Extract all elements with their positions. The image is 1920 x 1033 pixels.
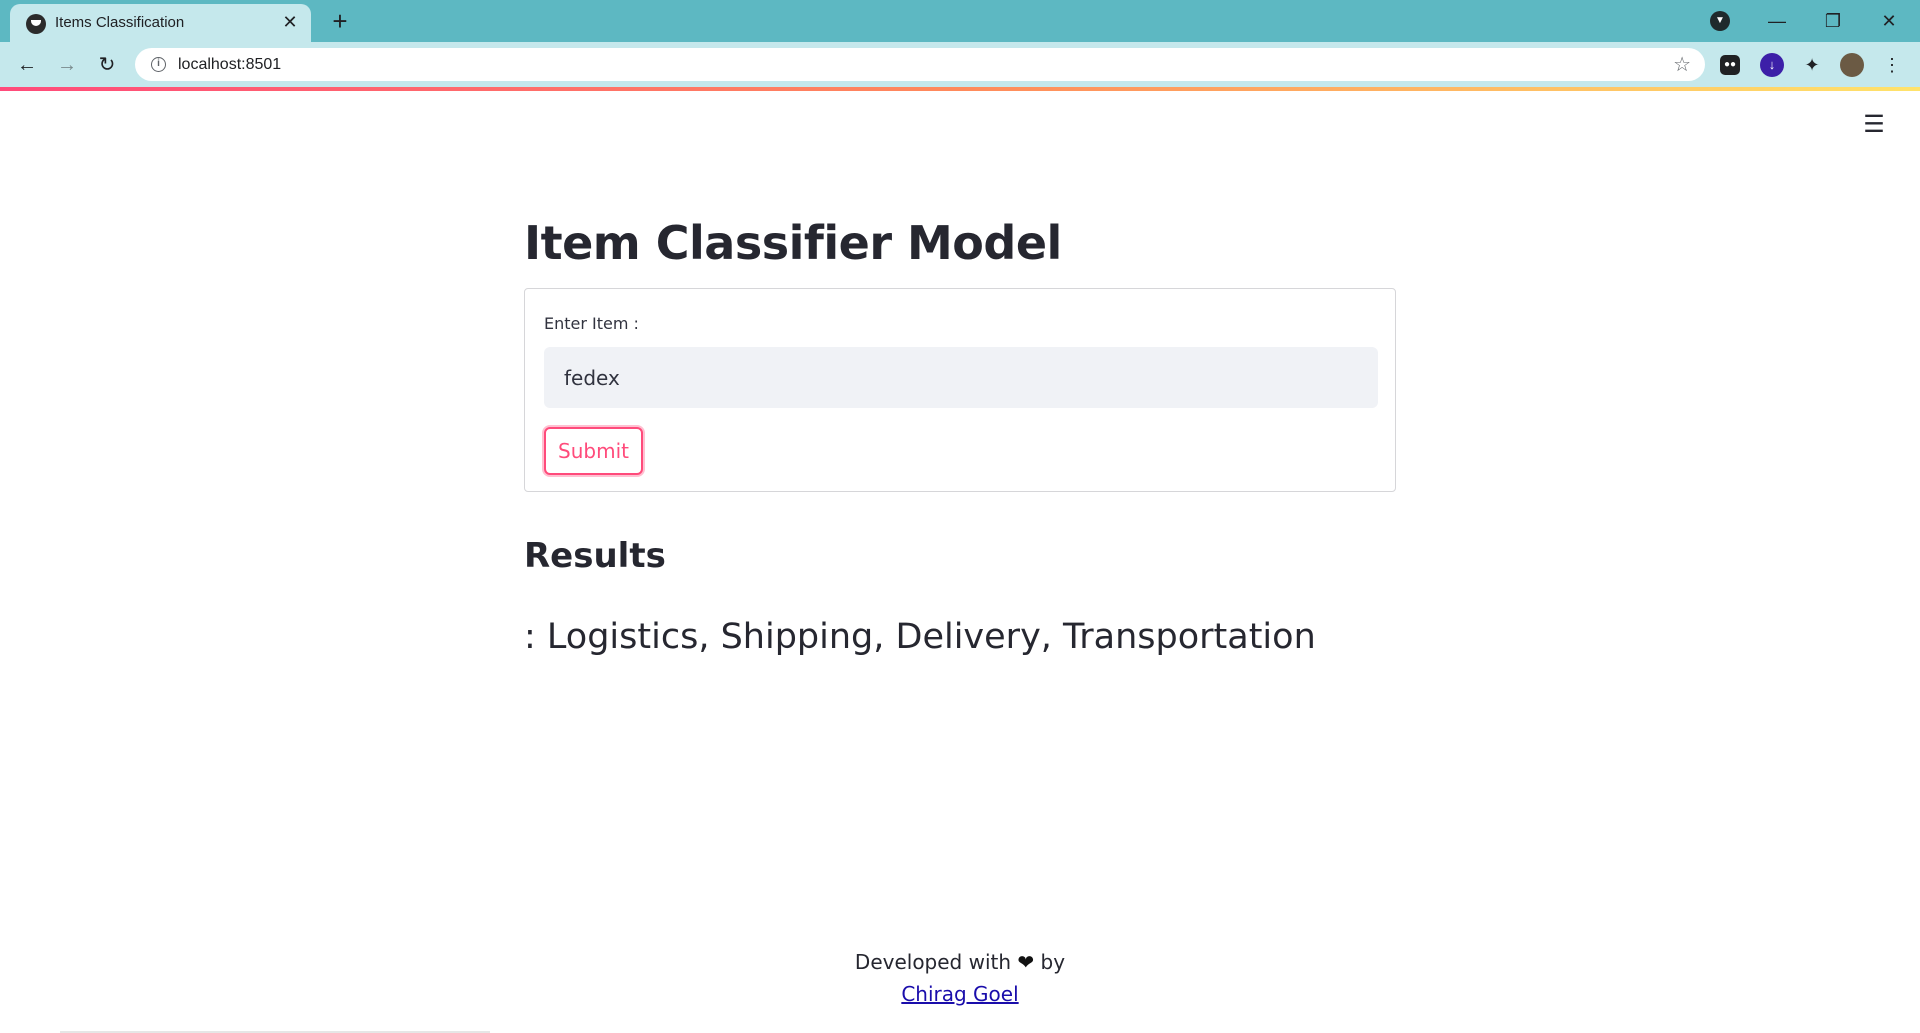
browser-tab[interactable]: Items Classification ✕	[10, 4, 311, 42]
profile-avatar[interactable]	[1840, 53, 1864, 77]
download-extension-icon[interactable]: ↓	[1760, 53, 1784, 77]
author-link[interactable]: Chirag Goel	[901, 982, 1018, 1006]
forward-icon[interactable]: →	[52, 50, 82, 80]
browser-menu-icon[interactable]: ⋮	[1880, 53, 1904, 77]
footer-suffix: by	[1040, 950, 1066, 974]
item-input-label: Enter Item :	[544, 314, 639, 333]
footer-credit: Developed with ❤ by	[0, 950, 1920, 974]
browser-tab-strip: Items Classification ✕ + ▼ — ❐ ✕	[0, 0, 1920, 42]
extension-icon[interactable]: ●●	[1720, 55, 1740, 75]
streamlit-favicon-icon	[26, 14, 46, 34]
item-form: Enter Item : Submit	[524, 288, 1396, 492]
back-icon[interactable]: ←	[12, 50, 42, 80]
reload-icon[interactable]: ↻	[92, 50, 122, 80]
address-bar[interactable]: i localhost:8501 ☆	[135, 48, 1705, 81]
streamlit-decoration-bar	[0, 87, 1920, 91]
url-text[interactable]: localhost:8501	[178, 56, 281, 74]
footer-author: Chirag Goel	[0, 982, 1920, 1006]
restore-button[interactable]: ❐	[1818, 6, 1848, 36]
window-close-button[interactable]: ✕	[1874, 6, 1904, 36]
extensions-puzzle-icon[interactable]: ✦	[1800, 53, 1824, 77]
item-input[interactable]	[544, 347, 1378, 408]
page-title: Item Classifier Model	[524, 216, 1062, 270]
tab-close-icon[interactable]: ✕	[280, 12, 300, 32]
heart-icon: ❤	[1017, 950, 1035, 974]
new-tab-button[interactable]: +	[326, 7, 354, 35]
tab-search-icon[interactable]: ▼	[1710, 11, 1730, 31]
browser-toolbar: ← → ↻ i localhost:8501 ☆ ●● ↓ ✦ ⋮	[0, 42, 1920, 87]
bookmark-star-icon[interactable]: ☆	[1673, 52, 1691, 77]
results-heading: Results	[524, 536, 666, 576]
footer-prefix: Developed with	[854, 950, 1012, 974]
submit-button[interactable]: Submit	[544, 427, 643, 475]
hamburger-menu-icon[interactable]: ☰	[1862, 112, 1886, 138]
minimize-button[interactable]: —	[1762, 6, 1792, 36]
site-info-icon[interactable]: i	[151, 57, 166, 72]
results-value: : Logistics, Shipping, Delivery, Transpo…	[524, 617, 1316, 657]
tab-title: Items Classification	[55, 14, 185, 31]
